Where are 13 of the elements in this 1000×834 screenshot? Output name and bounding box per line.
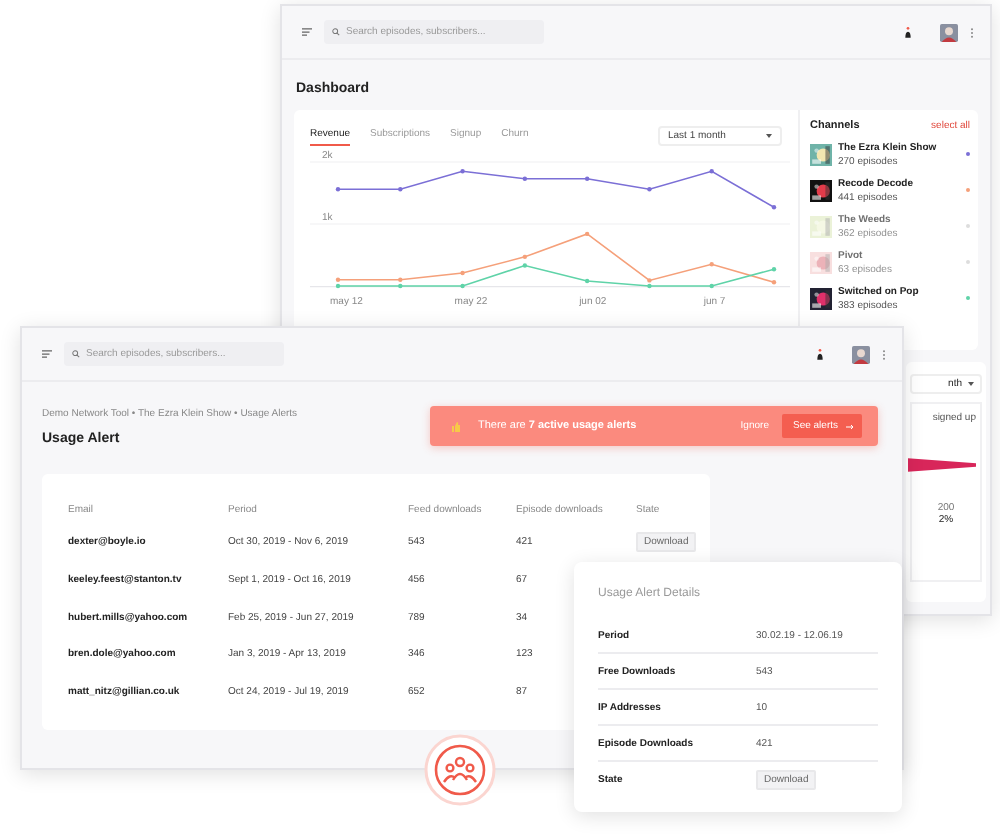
menu-icon[interactable] xyxy=(42,350,52,358)
search-icon xyxy=(72,350,80,358)
caret-icon xyxy=(766,134,772,138)
avatar-icon[interactable] xyxy=(852,345,870,363)
caret-icon xyxy=(968,382,974,386)
funnel-drawing xyxy=(908,456,976,474)
arrow-right-icon xyxy=(846,423,854,429)
search-icon xyxy=(332,28,340,36)
menu-icon[interactable] xyxy=(302,28,312,36)
avatar-icon[interactable] xyxy=(940,23,958,41)
bell-icon[interactable] xyxy=(904,25,912,39)
thumbs-up-icon xyxy=(452,421,460,431)
bell-icon[interactable] xyxy=(816,347,824,361)
